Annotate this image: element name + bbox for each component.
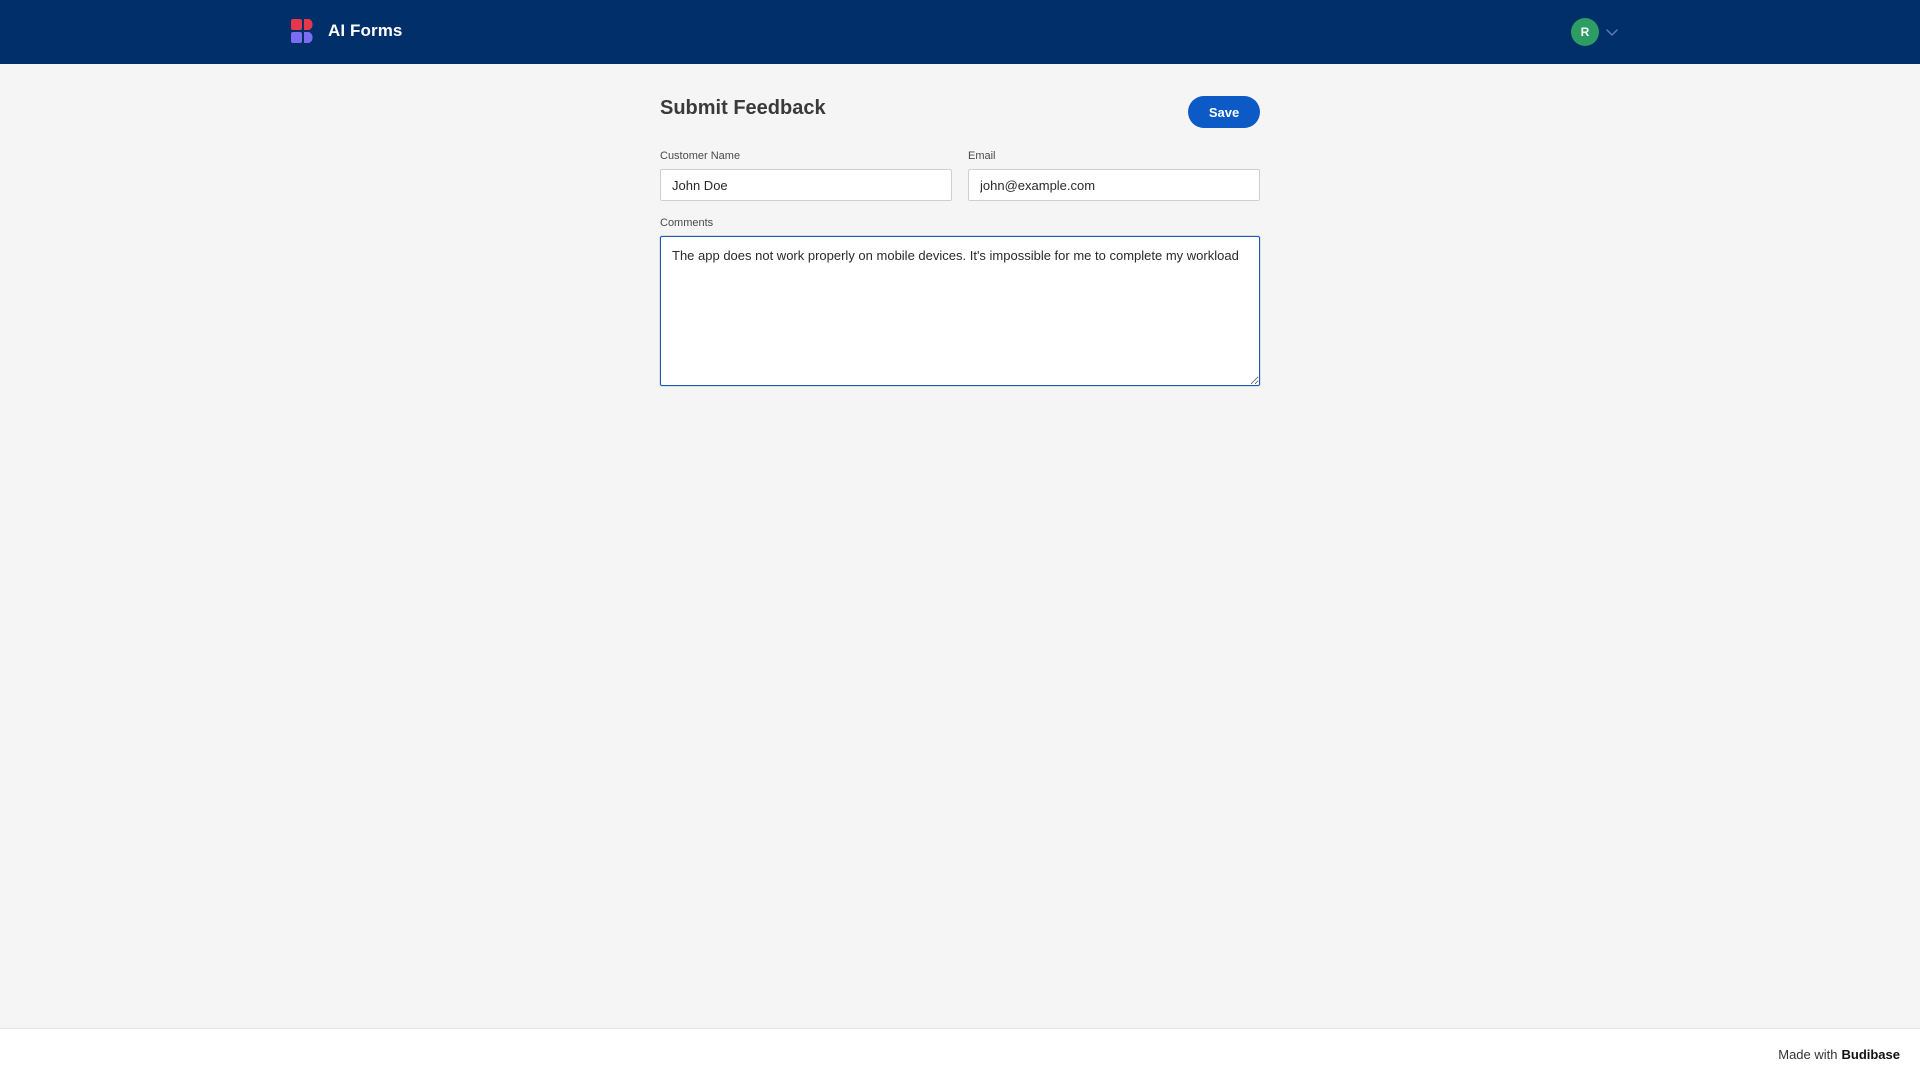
made-with-prefix: Made with (1778, 1047, 1838, 1062)
name-email-row: Customer Name Email (660, 150, 1260, 201)
top-navigation-bar: AI Forms R (0, 0, 1920, 64)
customer-name-input[interactable] (660, 169, 952, 201)
email-field-group: Email (968, 150, 1260, 201)
comments-field-group: Comments The app does not work properly … (660, 217, 1260, 386)
chevron-down-icon[interactable] (1605, 25, 1619, 39)
comments-label: Comments (660, 217, 714, 229)
made-with-budibase[interactable]: Made with Budibase (1778, 1047, 1900, 1062)
footer: Made with Budibase (0, 1028, 1920, 1080)
customer-name-label: Customer Name (660, 150, 741, 162)
page-title: Submit Feedback (660, 97, 826, 119)
comments-textarea[interactable]: The app does not work properly on mobile… (660, 236, 1260, 386)
budibase-logo-icon (291, 19, 313, 43)
footer-brand-name: Budibase (1841, 1047, 1900, 1062)
form-container: Submit Feedback Save Customer Name Email… (660, 64, 1260, 386)
app-brand[interactable]: AI Forms (290, 18, 402, 44)
email-label: Email (968, 150, 996, 162)
app-title: AI Forms (328, 21, 403, 40)
email-input[interactable] (968, 169, 1260, 201)
form-header: Submit Feedback Save (660, 64, 1260, 144)
avatar[interactable]: R (1571, 18, 1599, 46)
save-button[interactable]: Save (1188, 96, 1260, 128)
customer-name-field-group: Customer Name (660, 150, 952, 201)
user-menu[interactable]: R (1571, 18, 1619, 46)
